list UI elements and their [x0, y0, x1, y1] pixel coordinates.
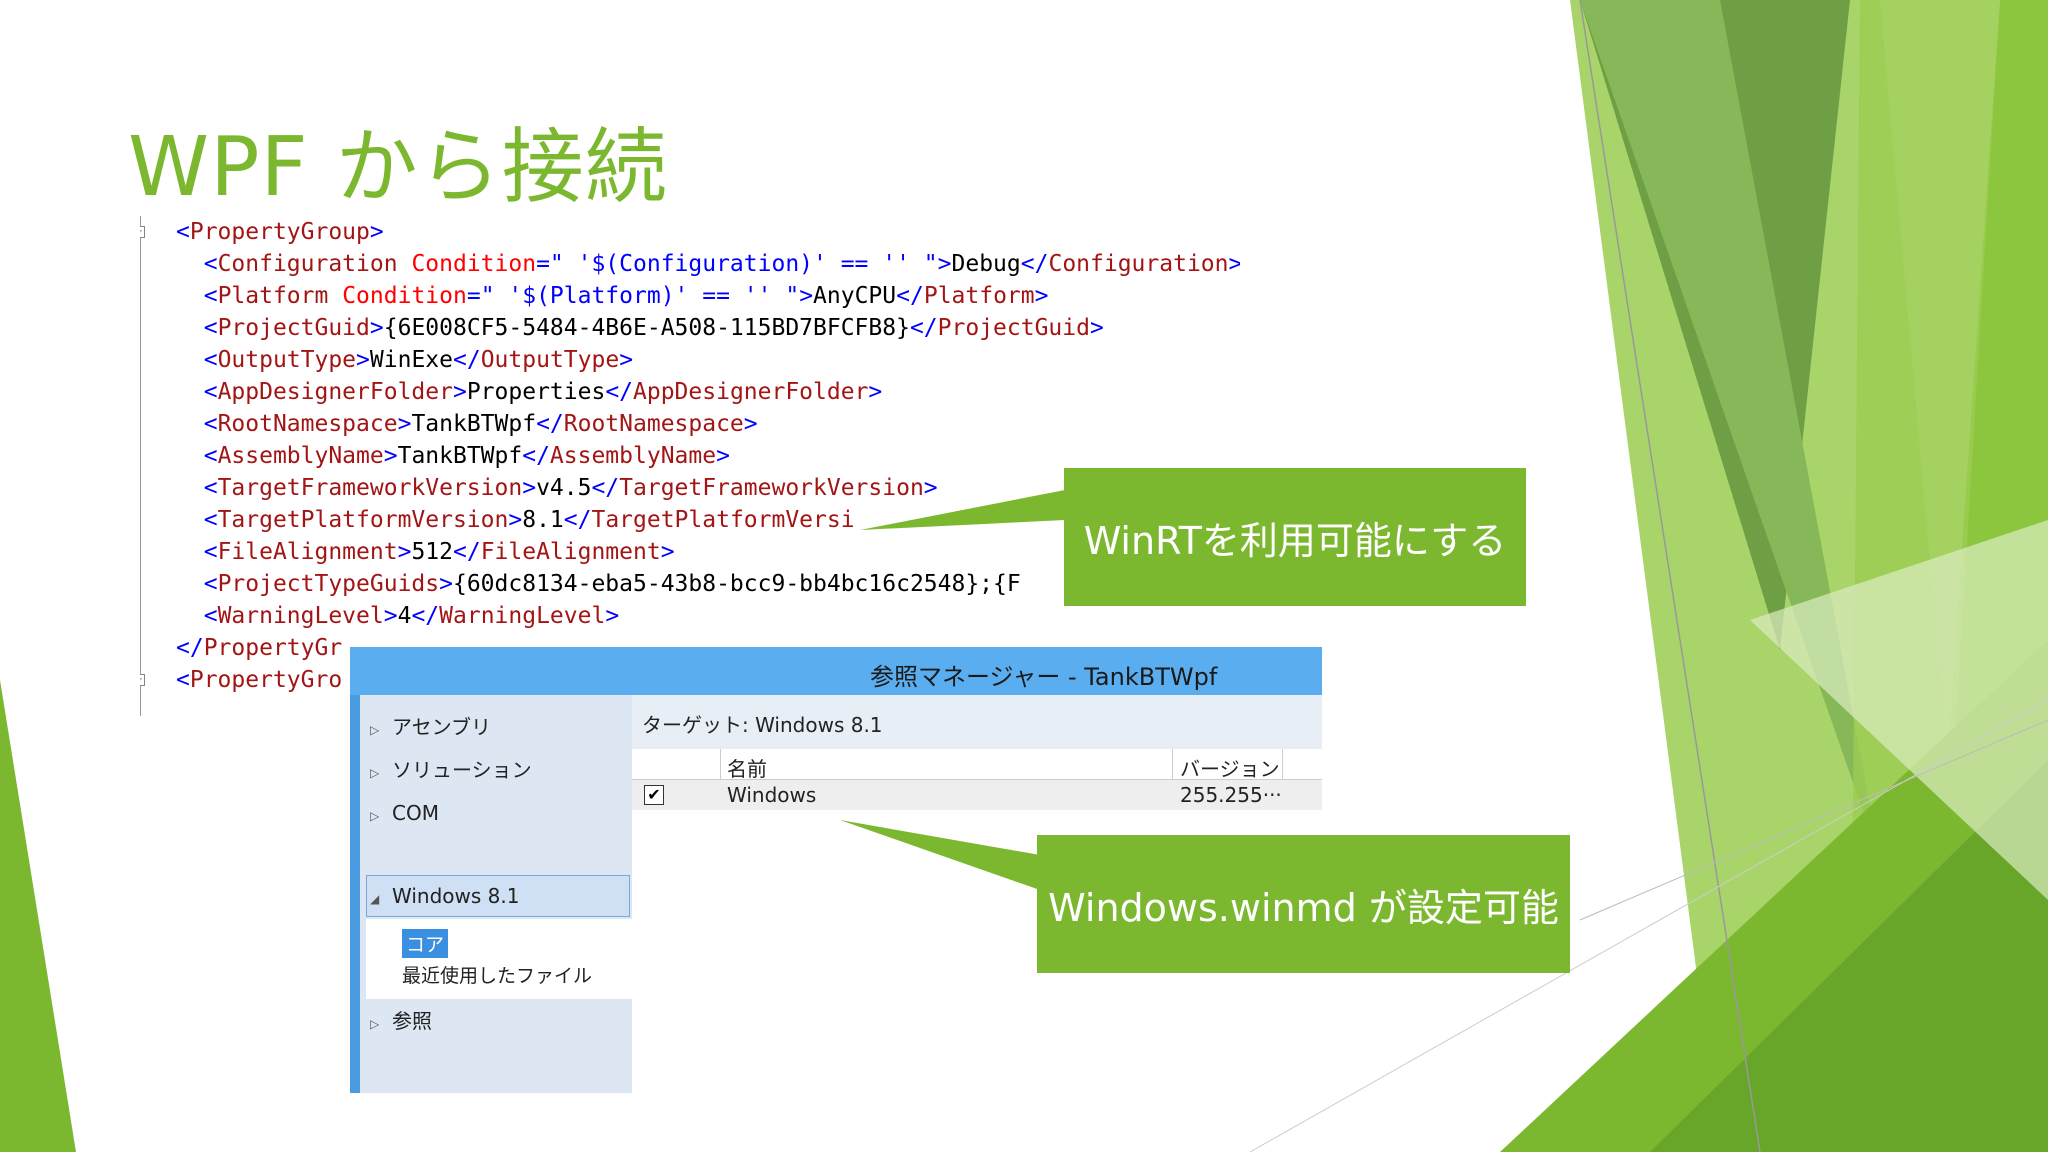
- sidebar-item-windows[interactable]: ◢ Windows 8.1: [370, 876, 519, 916]
- code-line: <ProjectTypeGuids>{60dc8134-eba5-43b8-bc…: [203, 571, 1021, 597]
- callout-winrt: WinRTを利用可能にする: [1064, 468, 1526, 606]
- code-line: <RootNamespace>TankBTWpf</RootNamespace>: [203, 411, 758, 437]
- expand-arrow-icon: ▷: [370, 809, 380, 823]
- slide-title: WPF から接続: [128, 120, 668, 215]
- fold-icon[interactable]: −: [140, 226, 145, 238]
- sidebar-item-label: COM: [392, 801, 439, 825]
- sidebar-item-assemblies[interactable]: ▷ アセンブリ: [370, 707, 491, 747]
- callout-pointer: [860, 490, 1065, 530]
- sidebar-item-label: アセンブリ: [392, 715, 491, 739]
- dialog-titlebar[interactable]: 参照マネージャー - TankBTWpf: [350, 647, 1322, 695]
- code-gutter: [140, 216, 151, 716]
- code-line: <PropertyGroup>: [176, 219, 384, 245]
- code-line: <AssemblyName>TankBTWpf</AssemblyName>: [203, 443, 730, 469]
- dialog-title: 参照マネージャー - TankBTWpf: [870, 663, 1218, 691]
- code-line: <OutputType>WinExe</OutputType>: [203, 347, 634, 373]
- code-line: </PropertyGr: [176, 635, 343, 661]
- code-line: <TargetFrameworkVersion>v4.5</TargetFram…: [203, 475, 938, 501]
- sidebar-item-browse[interactable]: ▷ 参照: [370, 1001, 432, 1041]
- grid-header: 名前 バージョン: [632, 749, 1322, 782]
- row-name: Windows: [727, 783, 817, 807]
- sidebar-item-label: Windows 8.1: [392, 884, 520, 908]
- code-line: <Platform Condition=" '$(Platform)' == '…: [203, 283, 1049, 309]
- target-label: ターゲット: Windows 8.1: [642, 713, 883, 737]
- code-line: <WarningLevel>4</WarningLevel>: [203, 603, 620, 629]
- reference-checkbox[interactable]: ✔: [644, 785, 664, 805]
- sidebar-subitems: コア 最近使用したファイル: [366, 919, 632, 999]
- sidebar-item-solution[interactable]: ▷ ソリューション: [370, 750, 532, 790]
- code-line: <AppDesignerFolder>Properties</AppDesign…: [203, 379, 883, 405]
- code-line: <TargetPlatformVersion>8.1</TargetPlatfo…: [203, 507, 855, 533]
- code-line: <Configuration Condition=" '$(Configurat…: [203, 251, 1240, 277]
- sidebar-item-com[interactable]: ▷ COM: [370, 793, 439, 833]
- column-divider: [1282, 749, 1283, 779]
- table-row[interactable]: ✔ Windows 255.255···: [632, 780, 1322, 810]
- sidebar-item-label: ソリューション: [392, 758, 532, 782]
- callout-pointer: [840, 820, 1040, 890]
- sidebar-subitem-recent[interactable]: 最近使用したファイル: [402, 961, 592, 988]
- column-name[interactable]: 名前: [727, 753, 767, 782]
- row-version: 255.255···: [1180, 783, 1282, 807]
- code-line: <ProjectGuid>{6E008CF5-5484-4B6E-A508-11…: [203, 315, 1104, 341]
- sidebar-subitem-core[interactable]: コア: [402, 929, 449, 958]
- code-line: <PropertyGro: [176, 667, 343, 693]
- column-divider: [1172, 749, 1173, 779]
- fold-icon[interactable]: −: [140, 674, 145, 686]
- code-listing: − − <PropertyGroup> <Configuration Condi…: [140, 216, 1240, 716]
- target-bar: ターゲット: Windows 8.1: [632, 695, 1322, 749]
- expand-arrow-icon: ▷: [370, 766, 380, 780]
- code-line: <FileAlignment>512</FileAlignment>: [203, 539, 675, 565]
- dialog-sidebar: ▷ アセンブリ ▷ ソリューション ▷ COM ◢ Windows 8.1 コア 最近使…: [350, 695, 632, 1093]
- sidebar-item-label: 参照: [392, 1009, 432, 1033]
- expand-arrow-icon: ▷: [370, 723, 380, 737]
- column-version[interactable]: バージョン: [1180, 753, 1280, 782]
- callout-winmd: Windows.winmd が設定可能: [1037, 835, 1570, 973]
- column-divider: [720, 749, 721, 779]
- expand-arrow-icon: ▷: [370, 1017, 380, 1031]
- collapse-arrow-icon: ◢: [370, 892, 380, 906]
